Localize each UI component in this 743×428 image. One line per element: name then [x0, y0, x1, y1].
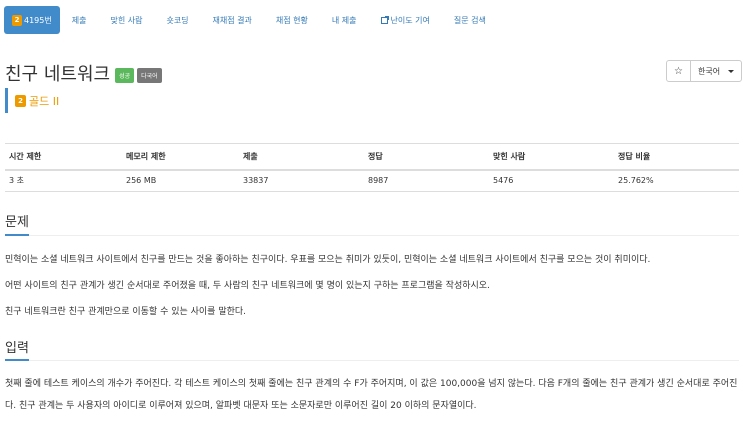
- problem-paragraph-1: 민혁이는 소셜 네트워크 사이트에서 친구를 만드는 것을 좋아하는 친구이다.…: [5, 255, 651, 265]
- star-icon: ☆: [674, 65, 683, 77]
- problem-info-table: 시간 제한 메모리 제한 제출 정답 맞힌 사람 정답 비율 3 초 256 M…: [5, 143, 739, 192]
- tab-short-coding[interactable]: 숏코딩: [154, 6, 200, 34]
- tab-rejudge-results[interactable]: 재채점 결과: [201, 6, 264, 34]
- tab-solved-users[interactable]: 맞힌 사람: [98, 6, 154, 34]
- section-underline: [5, 359, 29, 361]
- submissions-value: 33837: [239, 169, 364, 192]
- tab-submit[interactable]: 제출: [60, 6, 99, 34]
- success-badge: 성공: [115, 67, 135, 83]
- table-header-row: 시간 제한 메모리 제한 제출 정답 맞힌 사람 정답 비율: [5, 143, 739, 171]
- section-divider: [5, 360, 739, 361]
- header-solved-users: 맞힌 사람: [489, 143, 614, 171]
- tier-label: 골드 II: [29, 94, 60, 108]
- solved-users-value: 5476: [489, 169, 614, 192]
- header-accepted: 정답: [364, 143, 489, 171]
- accept-ratio-value: 25.762%: [614, 169, 739, 192]
- problem-header: 친구 네트워크 성공 다국어: [5, 60, 162, 86]
- table-row: 3 초 256 MB 33837 8987 5476 25.762%: [5, 169, 739, 192]
- tab-difficulty-label: 난이도 기여: [390, 15, 430, 25]
- gold-tier-icon: 2: [15, 94, 26, 107]
- problem-section-heading: 문제: [5, 215, 29, 230]
- problem-paragraph-3: 친구 네트워크란 친구 관계만으로 이동할 수 있는 사이를 말한다.: [5, 307, 247, 317]
- accepted-value: 8987: [364, 169, 489, 192]
- memory-limit-value: 256 MB: [122, 169, 239, 192]
- problem-paragraph-2: 어떤 사이트의 친구 관계가 생긴 순서대로 주어졌을 때, 두 사람의 친구 …: [5, 281, 490, 291]
- tab-problem-label: 4195번: [24, 15, 52, 25]
- language-dropdown[interactable]: 한국어: [691, 61, 741, 81]
- tab-problem[interactable]: 2 4195번: [4, 6, 60, 34]
- tab-question-search[interactable]: 질문 검색: [442, 6, 498, 34]
- time-limit-value: 3 초: [5, 169, 122, 192]
- section-underline: [5, 234, 29, 236]
- input-section-heading: 입력: [5, 341, 29, 356]
- header-memory-limit: 메모리 제한: [122, 143, 239, 171]
- header-time-limit: 시간 제한: [5, 143, 122, 171]
- page-title: 친구 네트워크: [5, 64, 111, 85]
- header-submissions: 제출: [239, 143, 364, 171]
- language-label: 한국어: [698, 66, 721, 76]
- problem-tier: 2 골드 II: [5, 88, 59, 113]
- input-paragraph: 첫째 줄에 테스트 케이스의 개수가 주어진다. 각 테스트 케이스의 첫째 줄…: [5, 379, 738, 411]
- caret-down-icon: [728, 69, 735, 73]
- header-accept-ratio: 정답 비율: [614, 143, 739, 171]
- problem-menu: 2 4195번 제출 맞힌 사람 숏코딩 재채점 결과 채점 현황 내 제출 난…: [4, 6, 498, 34]
- tab-difficulty-contribution[interactable]: 난이도 기여: [369, 6, 442, 34]
- problem-actions: ☆ 한국어: [666, 60, 743, 82]
- multilingual-badge: 다국어: [137, 67, 162, 83]
- tab-my-submissions[interactable]: 내 제출: [320, 6, 369, 34]
- section-divider: [5, 235, 739, 236]
- external-link-icon: [380, 15, 389, 24]
- star-button[interactable]: ☆: [667, 61, 691, 81]
- gold-tier-icon: 2: [12, 14, 22, 26]
- tab-judge-status[interactable]: 채점 현황: [264, 6, 320, 34]
